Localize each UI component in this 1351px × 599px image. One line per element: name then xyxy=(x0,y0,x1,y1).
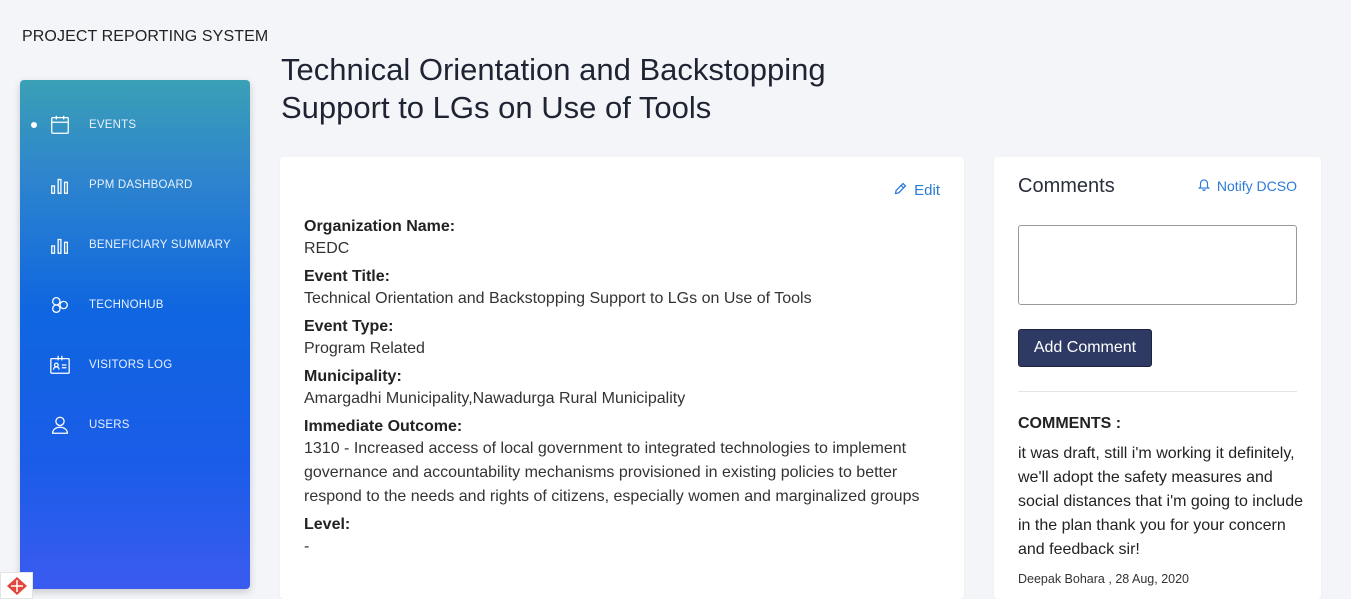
add-comment-button[interactable]: Add Comment xyxy=(1018,329,1152,367)
sidebar-item-label: BENEFICIARY SUMMARY xyxy=(89,239,231,251)
page-title: Technical Orientation and Backstopping S… xyxy=(281,52,826,125)
bar-chart-icon xyxy=(48,233,72,257)
municipality-label: Municipality: xyxy=(304,368,402,385)
sidebar-item-beneficiary-summary[interactable]: BENEFICIARY SUMMARY xyxy=(20,225,250,265)
event-title-value: Technical Orientation and Backstopping S… xyxy=(304,290,812,307)
sidebar-item-label: TECHNOHUB xyxy=(89,299,164,311)
comments-heading: Comments xyxy=(1018,175,1115,197)
hub-icon xyxy=(48,293,72,317)
sidebar-item-label: PPM DASHBOARD xyxy=(89,179,193,191)
pencil-icon xyxy=(893,181,908,200)
level-label: Level: xyxy=(304,516,351,533)
id-card-icon xyxy=(48,353,72,377)
event-fields: Organization Name: REDC Event Title: Tec… xyxy=(304,217,934,565)
comment-input[interactable] xyxy=(1018,225,1297,305)
comment-author: Deepak Bohara xyxy=(1018,572,1105,586)
sidebar-item-label: VISITORS LOG xyxy=(89,359,173,371)
active-indicator xyxy=(31,122,37,128)
user-icon xyxy=(48,413,72,437)
comment-date: 28 Aug, 2020 xyxy=(1115,572,1190,586)
comments-panel: Comments Notify DCSO Add Comment COMMENT… xyxy=(994,157,1321,599)
organization-name-label: Organization Name: xyxy=(304,218,456,235)
app-title: PROJECT REPORTING SYSTEM xyxy=(22,28,269,45)
organization-name-value: REDC xyxy=(304,240,350,257)
comment-meta: Deepak Bohara , 28 Aug, 2020 xyxy=(1018,572,1189,586)
comment-text: it was draft, still i'm working it defin… xyxy=(1018,445,1303,558)
sidebar-nav: EVENTS PPM DASHBOARD BENEFICIARY SUMMARY… xyxy=(20,80,250,589)
sidebar-item-technohub[interactable]: TECHNOHUB xyxy=(20,285,250,325)
bell-icon xyxy=(1197,177,1211,194)
immediate-outcome-value: 1310 - Increased access of local governm… xyxy=(304,440,920,505)
immediate-outcome-label: Immediate Outcome: xyxy=(304,418,463,435)
notify-label: Notify DCSO xyxy=(1216,177,1297,194)
municipality-value: Amargadhi Municipality,Nawadurga Rural M… xyxy=(304,390,686,407)
level-value: - xyxy=(304,538,310,555)
edit-label: Edit xyxy=(914,182,940,199)
notify-dcso-button[interactable]: Notify DCSO xyxy=(1197,177,1297,194)
event-type-label: Event Type: xyxy=(304,318,394,335)
comment-separator: , xyxy=(1108,572,1112,586)
event-title-label: Event Title: xyxy=(304,268,390,285)
sidebar-item-events[interactable]: EVENTS xyxy=(20,105,250,145)
event-details-card: Edit Organization Name: REDC Event Title… xyxy=(280,157,964,599)
event-type-value: Program Related xyxy=(304,340,425,357)
sidebar-item-label: EVENTS xyxy=(89,119,137,131)
sidebar-item-label: USERS xyxy=(89,419,130,431)
comments-list-title: COMMENTS : xyxy=(1018,415,1122,432)
sidebar-item-ppm-dashboard[interactable]: PPM DASHBOARD xyxy=(20,165,250,205)
calendar-icon xyxy=(48,113,72,137)
app-logo-icon xyxy=(0,572,33,599)
edit-button[interactable]: Edit xyxy=(893,181,940,200)
divider xyxy=(1018,391,1297,392)
sidebar-item-visitors-log[interactable]: VISITORS LOG xyxy=(20,345,250,385)
sidebar-item-users[interactable]: USERS xyxy=(20,405,250,445)
bar-chart-icon xyxy=(48,173,72,197)
